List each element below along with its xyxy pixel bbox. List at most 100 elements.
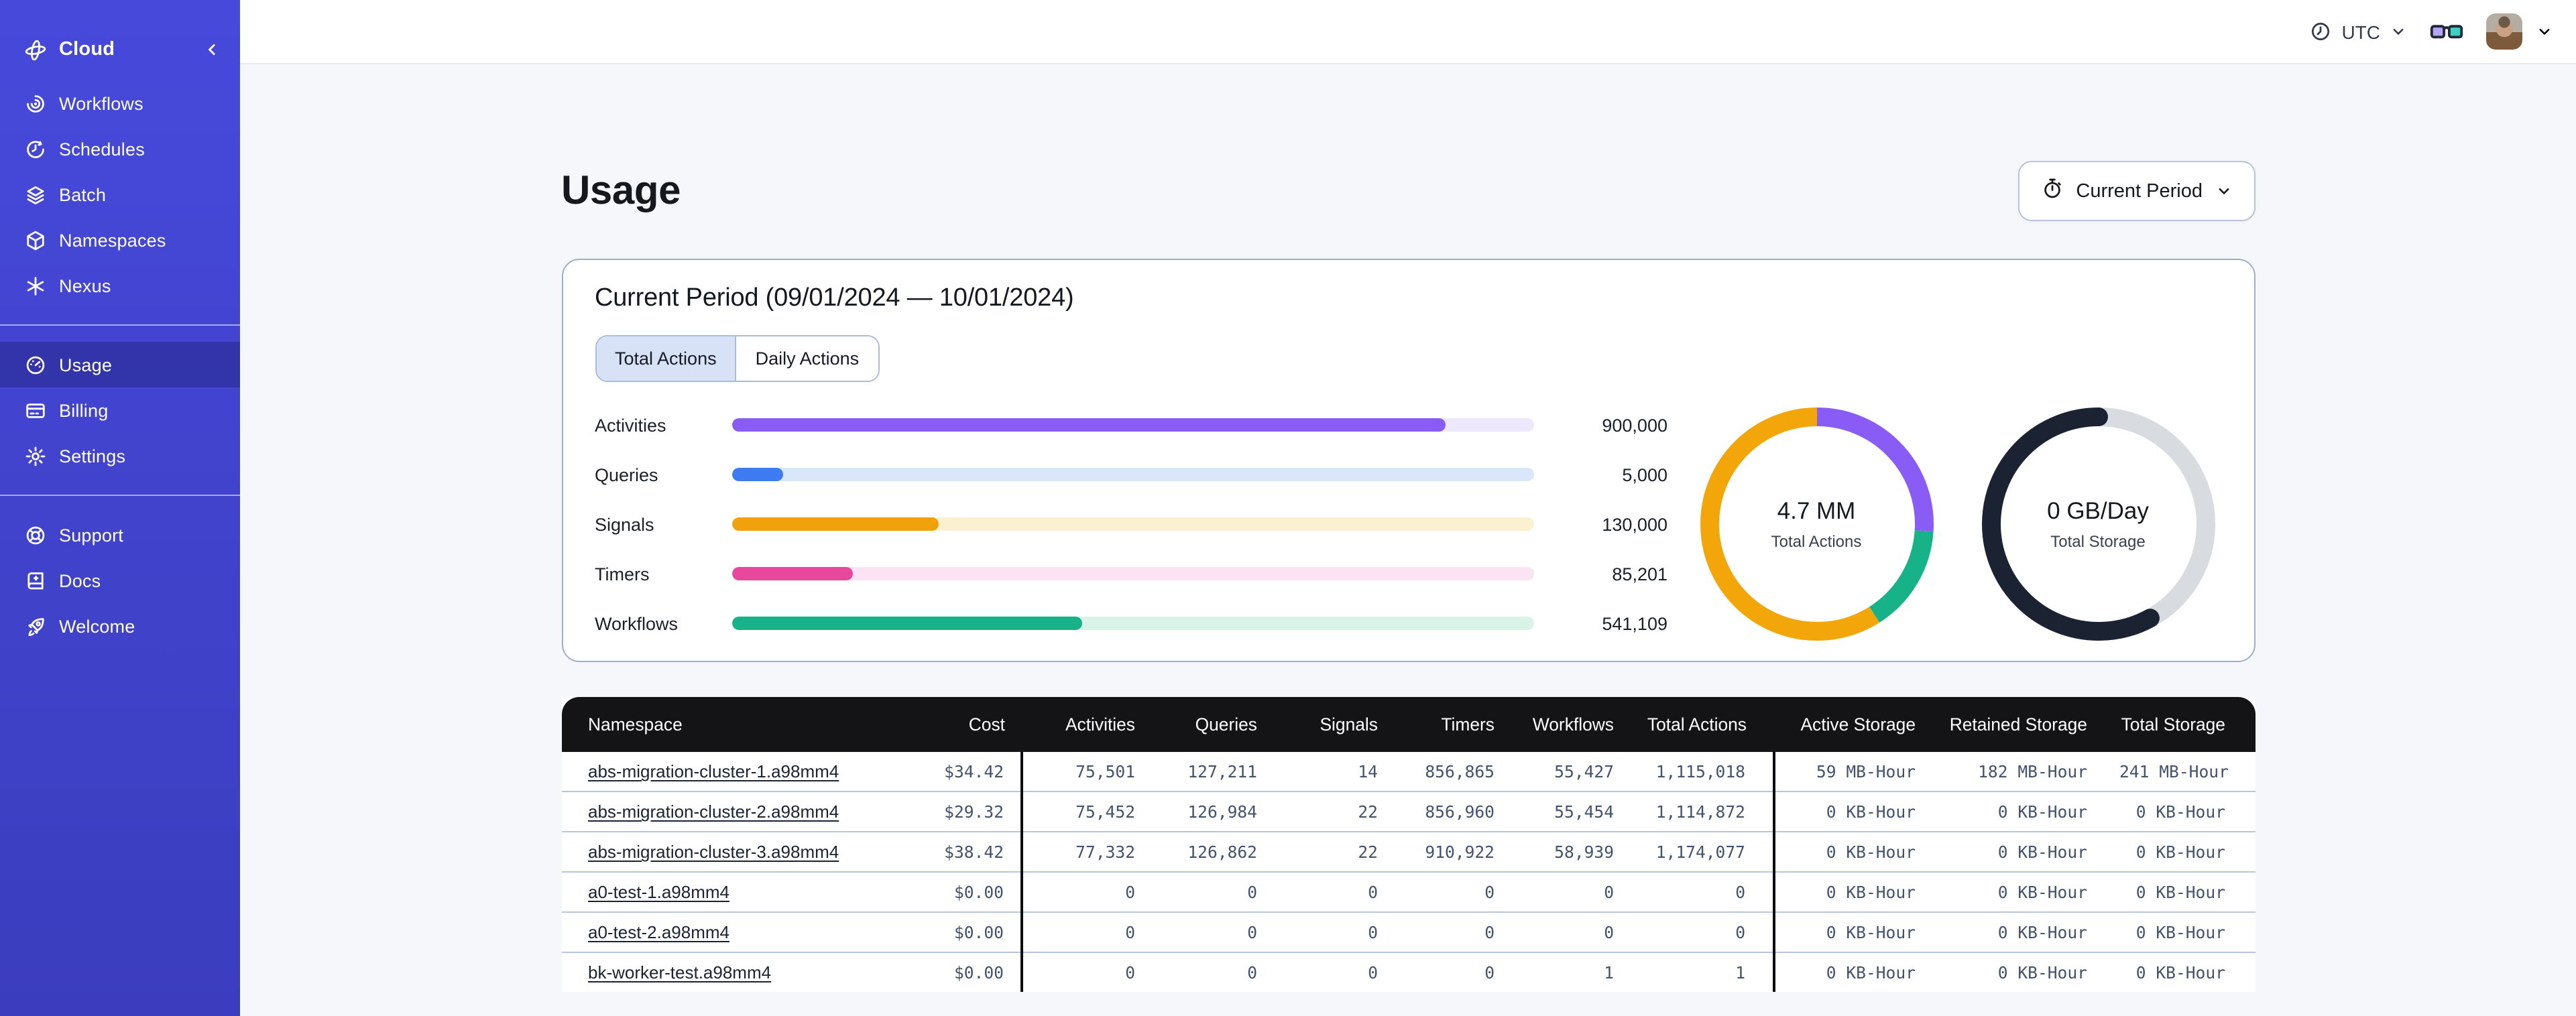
cell-workflows: 58,939	[1511, 831, 1630, 872]
cell-cost: $0.00	[883, 952, 1022, 992]
namespace-link[interactable]: abs-migration-cluster-3.a98mm4	[588, 842, 839, 862]
usage-bar-queries: Queries 5,000	[595, 464, 1667, 485]
bar-label: Timers	[595, 564, 650, 584]
settings-icon	[24, 444, 47, 467]
docs-icon	[24, 569, 47, 592]
sidebar-item-billing[interactable]: Billing	[0, 387, 240, 433]
sidebar-group: Usage Billing Settings	[0, 324, 240, 495]
sidebar-collapse-icon[interactable]	[202, 40, 221, 59]
usage-bar-timers: Timers 85,201	[595, 564, 1667, 584]
column-header-active-storage: Active Storage	[1773, 697, 1932, 752]
page-title: Usage	[561, 168, 681, 212]
schedules-icon	[24, 137, 47, 160]
usage-donuts: 4.7 MM Total Actions 0 GB/Day Total Stor…	[1698, 406, 2216, 642]
current-period-card: Current Period (09/01/2024 — 10/01/2024)…	[561, 259, 2255, 662]
column-header-total-actions: Total Actions	[1630, 697, 1773, 752]
cell-timers: 0	[1394, 871, 1511, 912]
namespace-link[interactable]: abs-migration-cluster-1.a98mm4	[588, 761, 839, 781]
cell-retained-storage: 0 KB-Hour	[1932, 831, 2103, 872]
content: Usage Current Period Current Period (09/…	[240, 64, 2576, 1016]
table-row: a0-test-2.a98mm4 $0.00 0 0 0 0 0 0 0 KB-Hour 0 KB…	[561, 911, 2255, 952]
bar-value: 541,109	[1602, 613, 1667, 633]
sidebar-item-nexus[interactable]: Nexus	[0, 263, 240, 308]
cell-total-storage: 0 KB-Hour	[2103, 791, 2255, 832]
user-menu[interactable]	[2486, 13, 2553, 50]
sidebar-item-batch[interactable]: Batch	[0, 172, 240, 217]
cell-total-storage: 241 MB-Hour	[2119, 762, 2229, 781]
sidebar-group: Support Docs Welcome	[0, 495, 240, 665]
sidebar-item-label: Nexus	[59, 275, 111, 296]
cell-total-actions: 1	[1630, 952, 1775, 992]
usage-icon	[24, 353, 47, 376]
sidebar-item-cloud[interactable]: Cloud	[0, 27, 240, 72]
table-header-row: Namespace Cost Activities Queries Signals Tim…	[561, 697, 2255, 752]
namespace-link[interactable]: a0-test-1.a98mm4	[588, 882, 729, 902]
cell-activities: 0	[1021, 911, 1151, 952]
namespace-link[interactable]: abs-migration-cluster-2.a98mm4	[588, 802, 839, 822]
sidebar-item-workflows[interactable]: Workflows	[0, 80, 240, 126]
tab-total-actions[interactable]: Total Actions	[596, 336, 736, 381]
bar-label: Queries	[595, 464, 658, 485]
cell-total-actions: 0	[1630, 911, 1775, 952]
card-title: Current Period (09/01/2024 — 10/01/2024)	[595, 284, 1074, 312]
column-header-workflows: Workflows	[1511, 697, 1630, 752]
page-head: Usage Current Period	[561, 161, 2255, 221]
bar-label: Activities	[595, 415, 666, 435]
sidebar-item-schedules[interactable]: Schedules	[0, 126, 240, 172]
sidebar-item-namespaces[interactable]: Namespaces	[0, 217, 240, 263]
column-header-signals: Signals	[1273, 697, 1394, 752]
namespace-cell: bk-worker-test.a98mm4	[561, 952, 883, 992]
cell-retained-storage: 182 MB-Hour	[1978, 762, 2087, 781]
reading-glasses-icon[interactable]	[2430, 21, 2463, 42]
cell-active-storage: 59 MB-Hour	[1816, 762, 1916, 781]
usage-visuals: Activities 900,000 Queries 5,000 Signals…	[595, 406, 2221, 642]
actions-tab-group: Total Actions Daily Actions	[595, 335, 880, 382]
namespace-link[interactable]: a0-test-2.a98mm4	[588, 922, 729, 942]
cell-total-actions: 1,115,018	[1630, 752, 1775, 791]
column-header-retained-storage: Retained Storage	[1932, 697, 2103, 752]
cell-queries: 126,984	[1151, 791, 1273, 832]
cell-cost: $38.42	[883, 831, 1022, 872]
cell-total-storage: 0 KB-Hour	[2103, 871, 2255, 912]
chevron-down-icon	[2215, 182, 2232, 200]
sidebar-item-label: Workflows	[59, 93, 143, 113]
cell-workflows: 1	[1511, 952, 1630, 992]
cell-retained-storage: 0 KB-Hour	[1932, 791, 2103, 832]
sidebar: Cloud Workflows Schedules Batch Namespac…	[0, 0, 240, 1016]
cell-timers: 910,922	[1394, 831, 1511, 872]
table-row: abs-migration-cluster-3.a98mm4 $38.42 77,3…	[561, 831, 2255, 872]
cell-active-storage: 0 KB-Hour	[1773, 952, 1932, 992]
sidebar-item-label: Namespaces	[59, 230, 166, 250]
sidebar-item-settings[interactable]: Settings	[0, 433, 240, 479]
sidebar-item-usage[interactable]: Usage	[0, 342, 240, 387]
cell-total-actions: 1,114,872	[1630, 791, 1775, 832]
namespace-cell: a0-test-2.a98mm4	[561, 911, 883, 952]
sidebar-item-docs[interactable]: Docs	[0, 558, 240, 603]
cell-queries: 0	[1151, 871, 1273, 912]
cell-timers: 856,960	[1394, 791, 1511, 832]
bar-fill	[731, 617, 1083, 630]
table-row: abs-migration-cluster-1.a98mm4 $34.42 75,5…	[561, 752, 2255, 791]
timezone-label: UTC	[2341, 21, 2380, 42]
bar-track	[731, 567, 1533, 580]
nexus-icon	[24, 274, 47, 297]
billing-icon	[24, 399, 47, 422]
app-root: Cloud Workflows Schedules Batch Namespac…	[0, 0, 2576, 1016]
sidebar-item-support[interactable]: Support	[0, 512, 240, 558]
sidebar-item-label: Batch	[59, 184, 107, 204]
tab-daily-actions[interactable]: Daily Actions	[735, 336, 878, 381]
sidebar-item-label: Settings	[59, 446, 126, 466]
column-header-total-storage: Total Storage	[2103, 697, 2255, 752]
namespace-cell: abs-migration-cluster-3.a98mm4	[561, 831, 883, 872]
bar-value: 900,000	[1602, 415, 1667, 435]
namespace-link[interactable]: bk-worker-test.a98mm4	[588, 962, 771, 982]
chevron-down-icon	[2536, 23, 2553, 40]
bar-fill	[731, 517, 939, 531]
table-row: a0-test-1.a98mm4 $0.00 0 0 0 0 0 0 0 KB-Hour 0 KB…	[561, 871, 2255, 912]
bar-label: Workflows	[595, 613, 679, 633]
cell-total-storage: 0 KB-Hour	[2103, 952, 2255, 992]
cell-retained-storage: 0 KB-Hour	[1932, 871, 2103, 912]
timezone-selector[interactable]: UTC	[2309, 20, 2407, 43]
sidebar-item-welcome[interactable]: Welcome	[0, 603, 240, 649]
period-select-button[interactable]: Current Period	[2018, 161, 2255, 221]
